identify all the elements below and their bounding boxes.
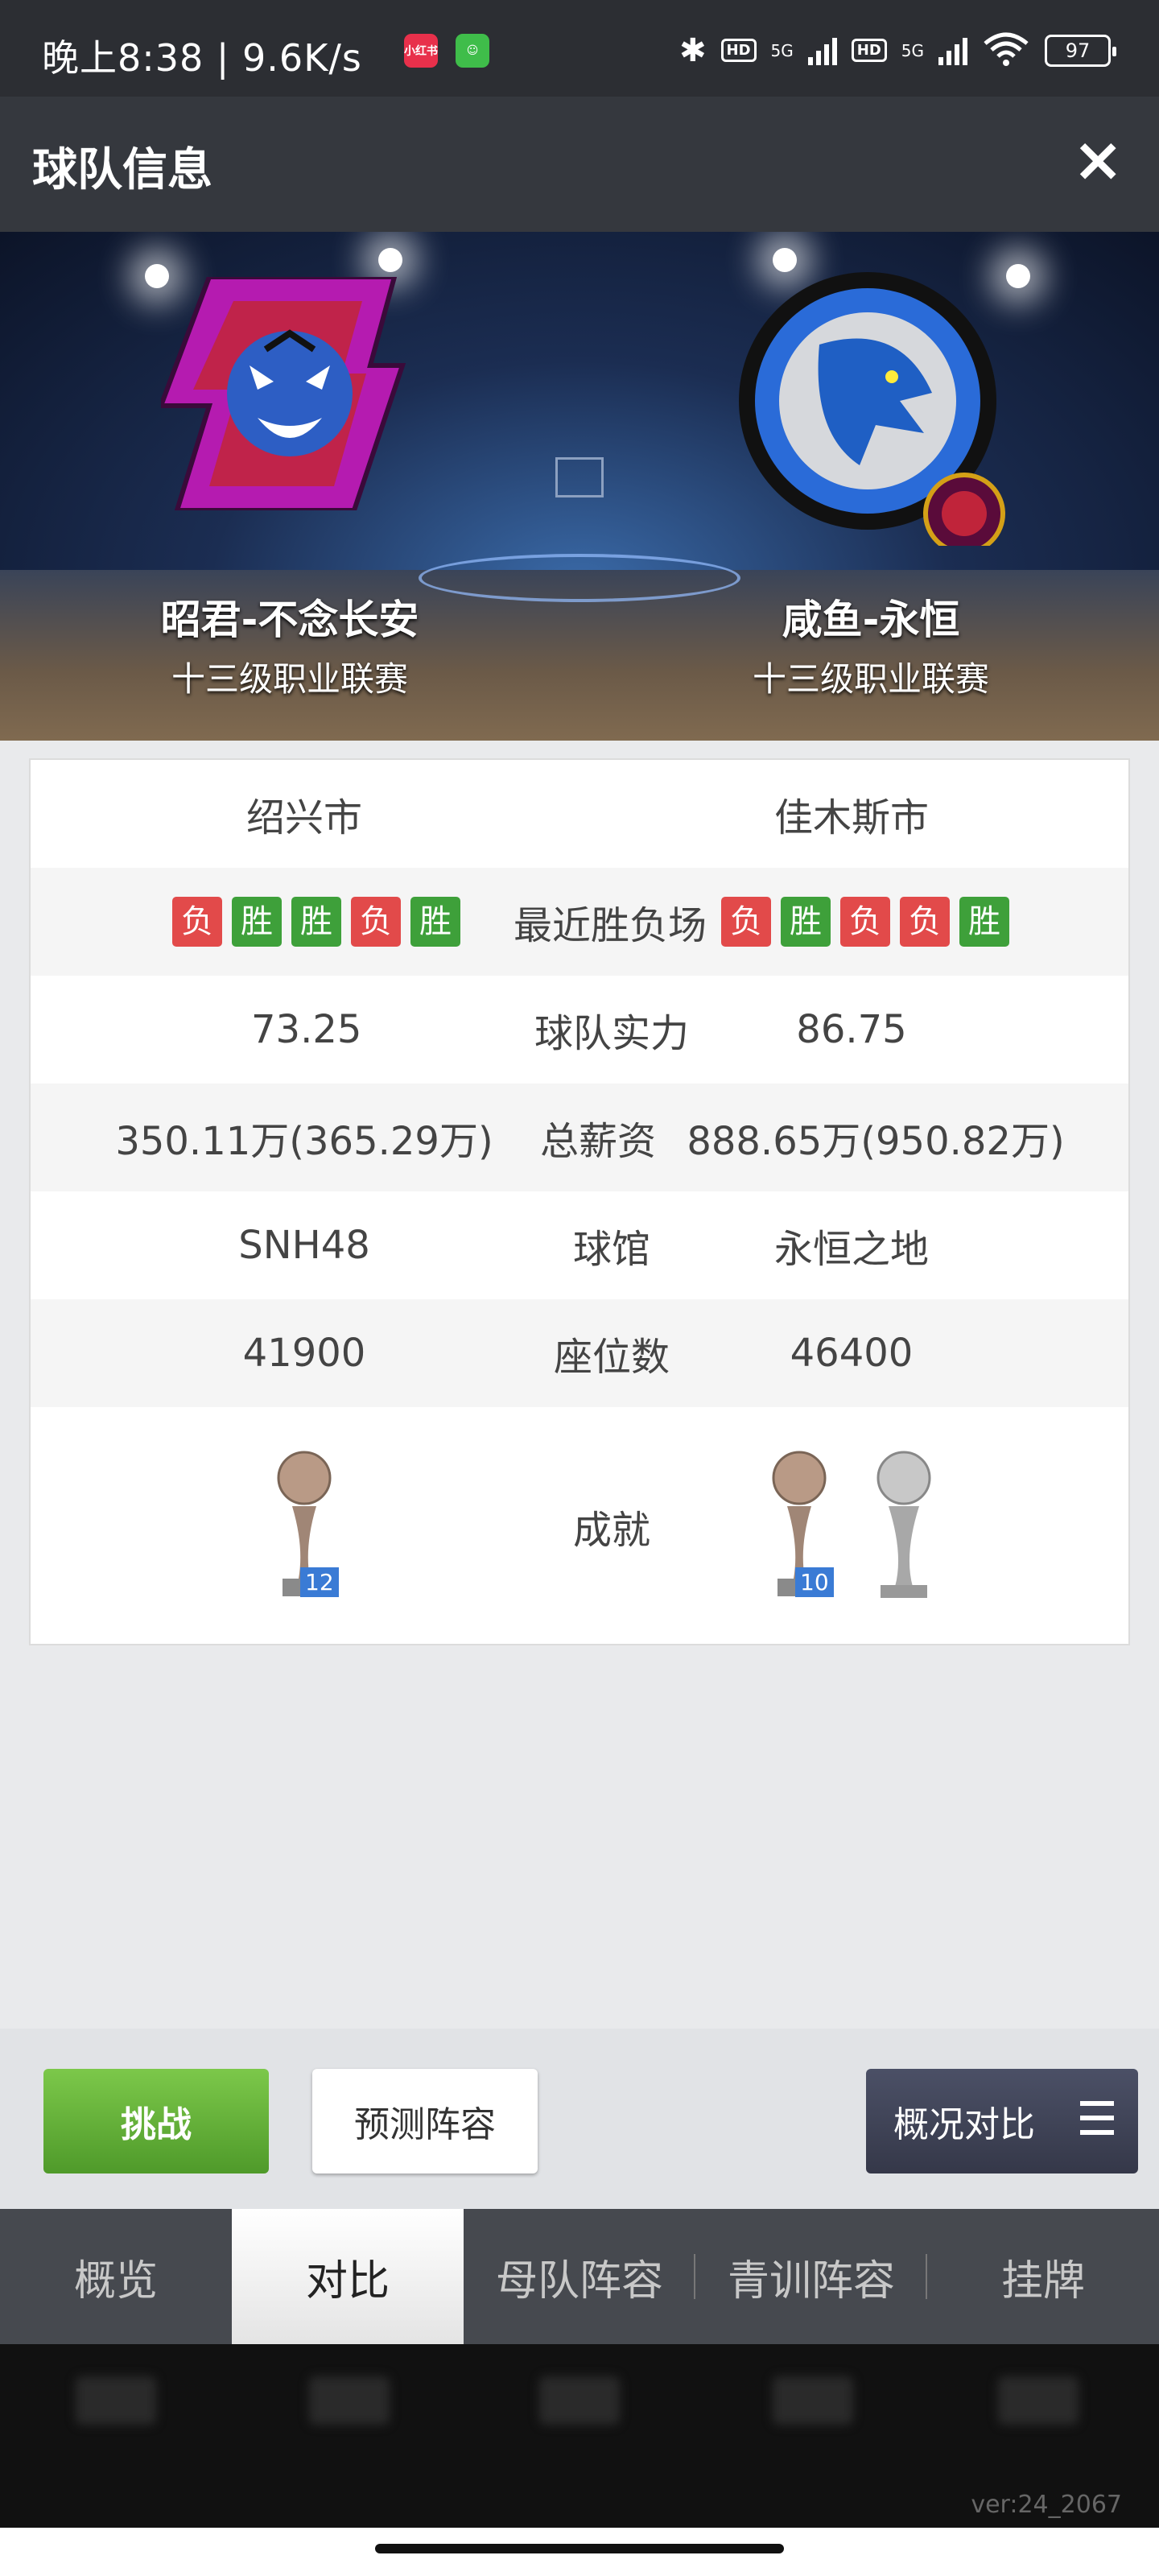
- result-badge: 负: [721, 897, 771, 947]
- wifi-icon: [982, 31, 1030, 70]
- blurred-nav-item: [76, 2376, 156, 2425]
- home-team-logo: [161, 277, 406, 510]
- overview-compare-label: 概况对比: [893, 2104, 1035, 2145]
- wechat-app-icon: ☺: [456, 34, 489, 68]
- status-bar: 晚上8:38 | 9.6K/s 小红书 ☺ ✱ HD 5G HD 5G 97: [0, 0, 1159, 97]
- tab-compare[interactable]: 对比: [232, 2209, 464, 2344]
- hd-icon-2: HD: [851, 39, 887, 62]
- away-salary: 888.65万(950.82万): [687, 1119, 1065, 1164]
- tab-label: 青训阵容: [727, 2256, 895, 2306]
- blurred-nav-item: [773, 2376, 853, 2425]
- version-label: ver:24_2067: [971, 2491, 1122, 2519]
- challenge-button[interactable]: 挑战: [43, 2069, 269, 2174]
- result-badge: 负: [840, 897, 890, 947]
- arena-row: SNH48 球馆 永恒之地: [31, 1191, 1128, 1299]
- recent-results-row: 负胜胜负胜 最近胜负场 负胜负负胜: [31, 868, 1128, 976]
- tab-label: 母队阵容: [495, 2256, 663, 2306]
- away-team-name: 咸鱼-永恒: [782, 597, 960, 643]
- result-badge: 胜: [781, 897, 831, 947]
- page-title: 球队信息: [32, 144, 212, 196]
- result-badge: 胜: [232, 897, 282, 947]
- trophy-count: 12: [300, 1567, 339, 1597]
- salary-row: 350.11万(365.29万) 总薪资 888.65万(950.82万): [31, 1084, 1128, 1191]
- home-team-name: 昭君-不念长安: [160, 597, 419, 643]
- hd-icon: HD: [720, 39, 757, 62]
- blurred-nav-item: [539, 2376, 620, 2425]
- away-arena: 永恒之地: [773, 1227, 929, 1272]
- away-achievements: 10: [674, 1407, 1029, 1645]
- overview-compare-button[interactable]: 概况对比: [866, 2069, 1138, 2174]
- court-circle: [419, 554, 740, 602]
- trophy-count: 10: [795, 1567, 834, 1597]
- bluetooth-icon: ✱: [678, 31, 707, 69]
- away-seats: 46400: [790, 1331, 914, 1376]
- predict-lineup-button[interactable]: 预测阵容: [312, 2069, 538, 2174]
- menu-icon: [1080, 2101, 1114, 2145]
- home-gesture-handle[interactable]: [375, 2544, 784, 2553]
- signal-icon: [807, 36, 837, 65]
- tab-listing[interactable]: 挂牌: [927, 2209, 1159, 2344]
- away-team-logo: [739, 272, 1005, 546]
- team-hero-banner: 昭君-不念长安 十三级职业联赛 咸鱼-永恒 十三级职业联赛: [0, 232, 1159, 741]
- battery-icon: 97: [1045, 34, 1116, 67]
- system-nav-bar: [0, 2528, 1159, 2576]
- city-row: 绍兴市 佳木斯市: [31, 760, 1128, 868]
- close-icon[interactable]: ×: [1072, 129, 1124, 190]
- team-compare-card: 绍兴市 佳木斯市 负胜胜负胜 最近胜负场 负胜负负胜 73.25 球队实力 86…: [29, 758, 1130, 1645]
- action-bar: 挑战 预测阵容 概况对比: [0, 2029, 1159, 2209]
- tab-youth-roster[interactable]: 青训阵容: [695, 2209, 927, 2344]
- home-salary: 350.11万(365.29万): [115, 1119, 493, 1164]
- tab-overview[interactable]: 概览: [0, 2209, 232, 2344]
- trophy-icon[interactable]: 12: [268, 1450, 340, 1603]
- result-badge: 胜: [410, 897, 460, 947]
- tab-label: 挂牌: [1000, 2256, 1085, 2306]
- status-icons: ✱ HD 5G HD 5G 97: [678, 31, 1116, 70]
- tab-label: 对比: [305, 2256, 390, 2306]
- result-badge: 胜: [291, 897, 341, 947]
- status-time: 晚上8:38 | 9.6K/s: [42, 36, 362, 80]
- home-city: 绍兴市: [245, 795, 362, 840]
- net-5g-label-2: 5G: [901, 40, 924, 60]
- result-badge: 胜: [959, 897, 1009, 947]
- blurred-nav-item: [998, 2376, 1079, 2425]
- away-team-league: 十三级职业联赛: [752, 659, 989, 699]
- basketball-hoop: [555, 457, 604, 497]
- result-badge: 负: [351, 897, 401, 947]
- achievement-row: 12 成就 10: [31, 1407, 1128, 1645]
- title-bar: 球队信息 ×: [0, 97, 1159, 232]
- tab-label: 概览: [73, 2256, 158, 2306]
- strength-row: 73.25 球队实力 86.75: [31, 976, 1128, 1084]
- trophy-icon[interactable]: 10: [763, 1450, 835, 1603]
- salary-label: 总薪资: [539, 1119, 656, 1164]
- home-achievements: 12: [127, 1407, 481, 1645]
- tab-bar: 概览 对比 母队阵容 青训阵容 挂牌: [0, 2209, 1159, 2344]
- blurred-nav-item: [309, 2376, 390, 2425]
- home-seats: 41900: [242, 1331, 366, 1376]
- away-strength: 86.75: [796, 1007, 907, 1052]
- net-5g-label: 5G: [770, 40, 794, 60]
- home-arena: SNH48: [238, 1223, 370, 1268]
- result-badge: 负: [900, 897, 950, 947]
- xiaohongshu-app-icon: 小红书: [404, 34, 438, 68]
- silver-trophy-icon[interactable]: [868, 1450, 940, 1603]
- signal-icon-2: [938, 36, 967, 65]
- away-recent-results: 负胜负负胜: [692, 868, 1038, 976]
- result-badge: 负: [172, 897, 222, 947]
- home-recent-results: 负胜胜负胜: [143, 868, 489, 976]
- tab-parent-roster[interactable]: 母队阵容: [464, 2209, 695, 2344]
- seats-row: 41900 座位数 46400: [31, 1299, 1128, 1407]
- home-team-league: 十三级职业联赛: [171, 659, 408, 699]
- away-city: 佳木斯市: [773, 795, 929, 840]
